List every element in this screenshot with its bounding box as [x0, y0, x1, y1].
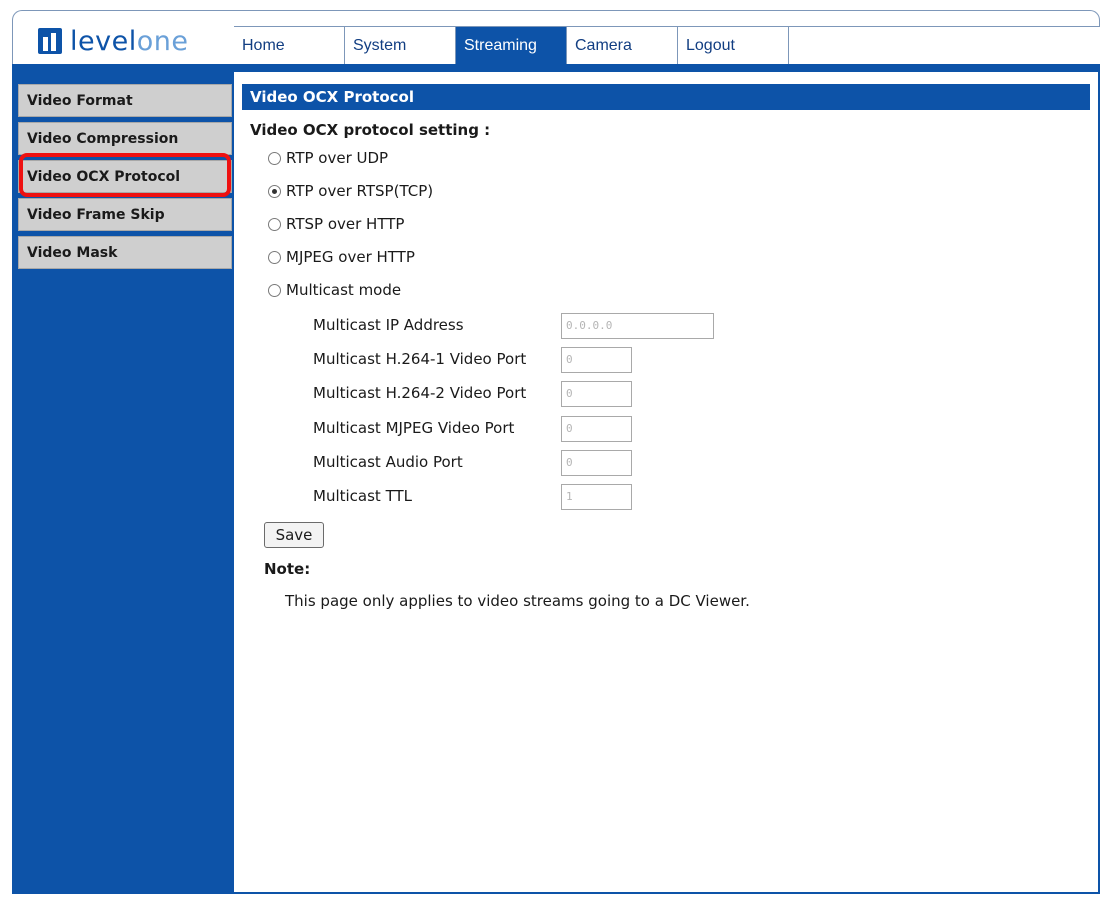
- tab-system[interactable]: System: [345, 27, 456, 65]
- sidebar-item-video-compression[interactable]: Video Compression: [18, 122, 232, 155]
- radio-checked-icon: [268, 184, 281, 198]
- section-heading: Video OCX protocol setting :: [250, 121, 491, 139]
- multicast-ip-address-input[interactable]: 0.0.0.0: [561, 313, 714, 339]
- save-button[interactable]: Save: [264, 522, 324, 548]
- multicast-ip-address-label: Multicast IP Address: [313, 316, 464, 334]
- radio-rtp-over-rtsp-tcp[interactable]: RTP over RTSP(TCP): [268, 180, 433, 202]
- radio-multicast-mode[interactable]: Multicast mode: [268, 279, 401, 301]
- sidebar-item-video-format[interactable]: Video Format: [18, 84, 232, 117]
- radio-label: RTP over RTSP(TCP): [286, 182, 434, 200]
- multicast-mjpeg-video-port-label: Multicast MJPEG Video Port: [313, 419, 515, 437]
- note-label: Note:: [264, 560, 311, 578]
- multicast-h264-2-video-port-label: Multicast H.264-2 Video Port: [313, 384, 527, 402]
- brand-logo[interactable]: levelone: [38, 26, 188, 56]
- logo-wordmark: levelone: [70, 28, 188, 55]
- sidebar: Video Format Video Compression Video OCX…: [12, 72, 234, 894]
- content-border-bottom: [12, 892, 1100, 894]
- page-title: Video OCX Protocol: [242, 84, 1090, 110]
- multicast-h264-1-video-port-label: Multicast H.264-1 Video Port: [313, 350, 527, 368]
- logo-text-one: one: [136, 25, 189, 57]
- radio-label: MJPEG over HTTP: [286, 248, 415, 266]
- radio-mjpeg-over-http[interactable]: MJPEG over HTTP: [268, 246, 415, 268]
- radio-unchecked-icon: [268, 250, 281, 264]
- multicast-h264-2-video-port-input[interactable]: 0: [561, 381, 632, 407]
- top-nav: Home System Streaming Camera Logout: [234, 26, 1100, 65]
- sidebar-item-video-frame-skip[interactable]: Video Frame Skip: [18, 198, 232, 231]
- sidebar-item-video-ocx-protocol[interactable]: Video OCX Protocol: [18, 160, 232, 193]
- radio-rtsp-over-http[interactable]: RTSP over HTTP: [268, 213, 404, 235]
- radio-unchecked-icon: [268, 151, 281, 165]
- multicast-mjpeg-video-port-input[interactable]: 0: [561, 416, 632, 442]
- levelone-logo-icon: [38, 28, 62, 54]
- radio-rtp-over-udp[interactable]: RTP over UDP: [268, 147, 388, 169]
- radio-unchecked-icon: [268, 283, 281, 297]
- multicast-audio-port-label: Multicast Audio Port: [313, 453, 463, 471]
- multicast-audio-port-input[interactable]: 0: [561, 450, 632, 476]
- logo-text-level: level: [70, 25, 137, 57]
- radio-unchecked-icon: [268, 217, 281, 231]
- sidebar-item-video-mask[interactable]: Video Mask: [18, 236, 232, 269]
- tab-camera[interactable]: Camera: [567, 27, 678, 65]
- radio-label: Multicast mode: [286, 281, 402, 299]
- radio-label: RTP over UDP: [286, 149, 389, 167]
- header-bar: [12, 64, 1100, 72]
- radio-label: RTSP over HTTP: [286, 215, 405, 233]
- multicast-ttl-label: Multicast TTL: [313, 487, 412, 505]
- multicast-ttl-input[interactable]: 1: [561, 484, 632, 510]
- nav-spacer: [789, 27, 1100, 65]
- tab-logout[interactable]: Logout: [678, 27, 789, 65]
- multicast-h264-1-video-port-input[interactable]: 0: [561, 347, 632, 373]
- content-border-right: [1098, 72, 1100, 894]
- note-text: This page only applies to video streams …: [285, 592, 750, 610]
- tab-streaming[interactable]: Streaming: [456, 27, 567, 65]
- tab-home[interactable]: Home: [234, 27, 345, 65]
